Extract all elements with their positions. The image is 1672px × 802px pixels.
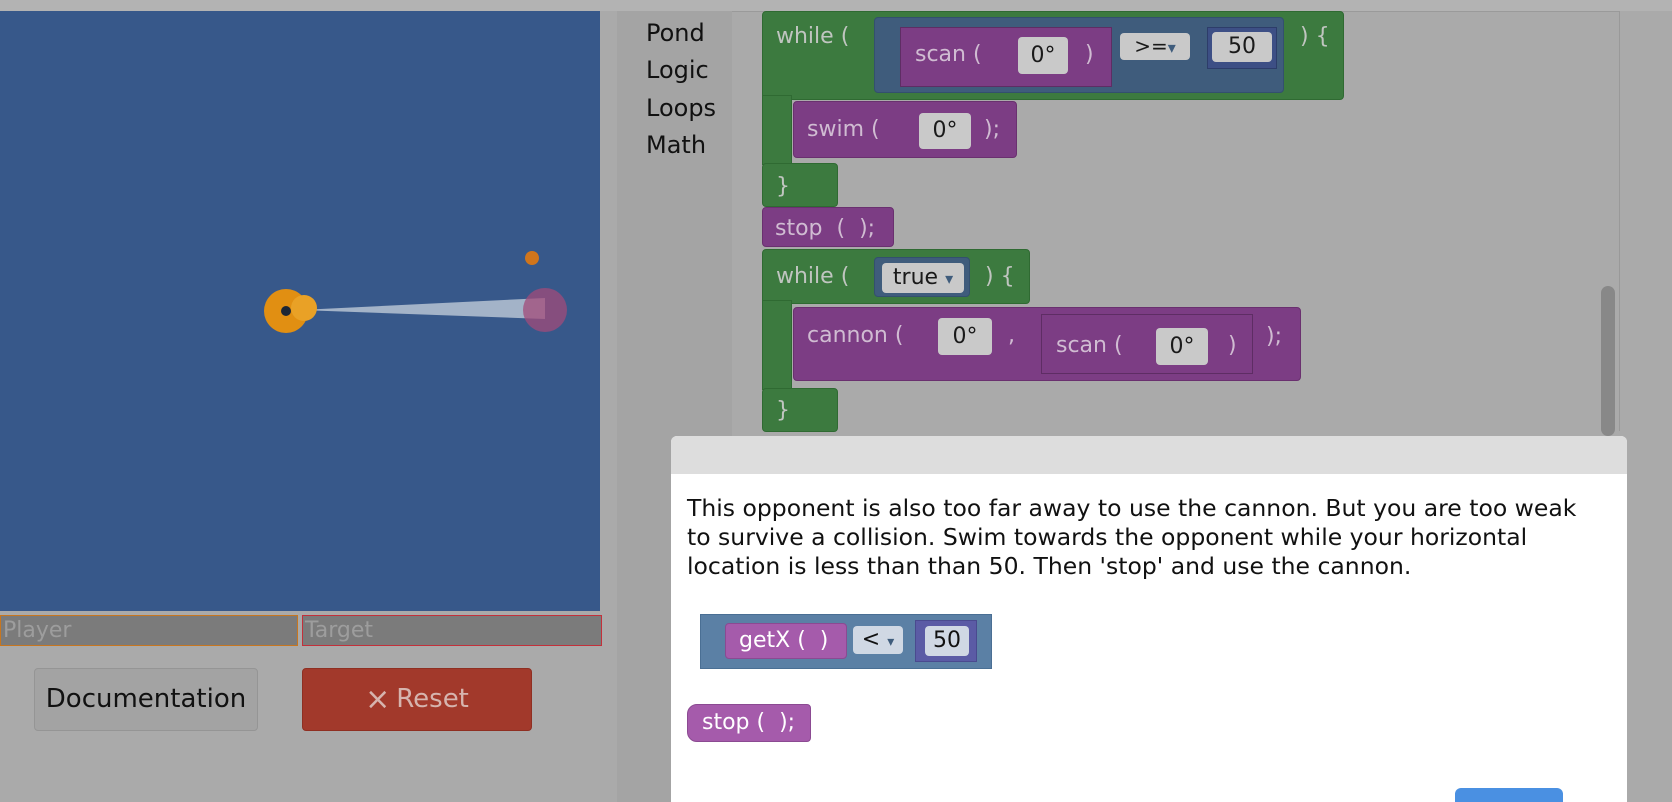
reset-button[interactable]: × Reset	[302, 668, 532, 731]
while-true-brace: }	[776, 398, 790, 423]
player-center	[281, 306, 291, 316]
getx-label: getX ( )	[739, 628, 829, 653]
close-icon: ×	[365, 682, 391, 717]
while-true-close: ) {	[985, 264, 1015, 289]
dialog-stop-label: stop ( );	[702, 710, 796, 735]
boolean-value: true	[892, 265, 939, 290]
cannon-scan-close: )	[1228, 333, 1237, 358]
target-avatar	[523, 288, 567, 332]
operator-value: >=	[1134, 34, 1168, 58]
cannon-comma: ,	[1008, 323, 1015, 348]
number-field[interactable]: 50	[1212, 32, 1272, 62]
while-block-footer	[762, 163, 838, 207]
cannonball	[525, 251, 539, 265]
cannon-close: );	[1266, 324, 1282, 349]
swim-label: swim (	[807, 117, 880, 142]
while-true-footer	[762, 388, 838, 432]
scan-close: )	[1085, 42, 1094, 67]
top-strip	[0, 0, 1672, 11]
cannon-scan-label: scan (	[1056, 333, 1123, 358]
documentation-label: Documentation	[45, 684, 247, 714]
while-keyword: while (	[776, 24, 850, 49]
getx-operator-dropdown[interactable]: < ▾	[853, 626, 903, 654]
swim-angle-field[interactable]: 0°	[919, 113, 971, 149]
scan-beam	[300, 298, 545, 319]
cannon-angle-field[interactable]: 0°	[938, 318, 992, 355]
ok-button[interactable]	[1455, 788, 1563, 802]
boolean-dropdown[interactable]: true ▾	[882, 263, 964, 293]
chevron-down-icon: ▾	[945, 269, 954, 288]
scan-angle-field[interactable]: 0°	[1018, 37, 1068, 74]
category-math[interactable]: Math	[646, 131, 706, 159]
dialog-header[interactable]	[671, 436, 1627, 474]
category-logic[interactable]: Logic	[646, 56, 709, 84]
documentation-button[interactable]: Documentation	[34, 668, 258, 731]
workspace-edge	[1619, 11, 1620, 431]
chevron-down-icon: ▾	[887, 634, 895, 650]
stop-label: stop ( );	[775, 216, 876, 241]
operator-dropdown[interactable]: >=▾	[1120, 33, 1190, 60]
chevron-down-icon: ▾	[1167, 38, 1176, 57]
while-close: ) {	[1300, 24, 1330, 49]
while-block-spine	[762, 95, 792, 165]
player-health-bar: Player	[0, 615, 298, 646]
cannon-scan-angle-field[interactable]: 0°	[1156, 328, 1208, 365]
player-label: Player	[3, 618, 72, 643]
category-loops[interactable]: Loops	[646, 94, 716, 122]
cannon-label: cannon (	[807, 323, 904, 348]
swim-close: );	[984, 117, 1000, 142]
while-true-keyword: while (	[776, 264, 850, 289]
dialog-message: This opponent is also too far away to us…	[687, 494, 1577, 580]
getx-operator: <	[861, 627, 881, 652]
scan-label: scan (	[915, 42, 982, 67]
target-health-bar: Target	[302, 615, 602, 646]
pond-canvas	[0, 11, 600, 611]
while-true-spine	[762, 300, 792, 390]
category-pond[interactable]: Pond	[646, 19, 705, 47]
workspace-scrollbar[interactable]	[1601, 286, 1615, 436]
target-label: Target	[305, 618, 374, 643]
while-brace: }	[776, 174, 790, 199]
getx-number-field[interactable]: 50	[925, 626, 969, 656]
reset-label: Reset	[396, 684, 469, 714]
player-head	[291, 295, 317, 321]
